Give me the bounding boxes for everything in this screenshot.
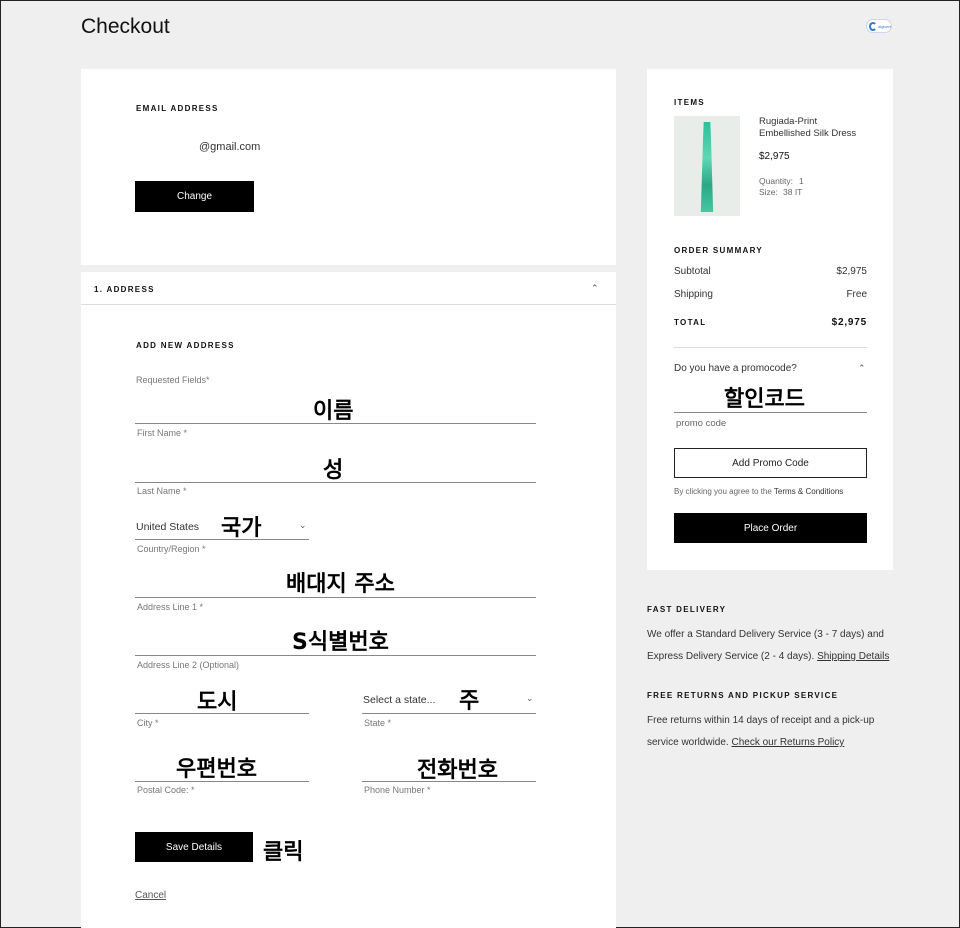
fast-delivery-line1: We offer a Standard Delivery Service (3 … xyxy=(647,629,884,640)
city-input[interactable]: 도시 xyxy=(135,679,309,715)
order-summary-heading: ORDER SUMMARY xyxy=(674,246,764,255)
state-select[interactable]: Select a state... 주 ⌄ xyxy=(362,679,536,714)
subtotal-label: Subtotal xyxy=(674,266,711,277)
postal-code-annotation: 우편번호 xyxy=(176,757,257,782)
product-name[interactable]: Rugiada-Print Embellished Silk Dress xyxy=(759,116,869,140)
total-value: $2,975 xyxy=(831,317,867,328)
email-panel: EMAIL ADDRESS @gmail.com Change xyxy=(81,69,616,265)
chevron-down-icon: ⌄ xyxy=(299,520,307,530)
last-name-label: Last Name * xyxy=(137,486,187,496)
first-name-annotation: 이름 xyxy=(313,399,354,424)
address-line1-annotation: 배대지 주소 xyxy=(286,572,395,597)
last-name-annotation: 성 xyxy=(323,458,344,483)
size-label: Size: xyxy=(759,187,778,197)
items-heading: ITEMS xyxy=(674,98,705,107)
required-fields-note: Requested Fields* xyxy=(136,375,210,385)
total-label: TOTAL xyxy=(674,318,707,327)
email-heading: EMAIL ADDRESS xyxy=(136,104,219,113)
first-name-label: First Name * xyxy=(137,428,188,438)
postal-code-input[interactable]: 우편번호 xyxy=(135,746,309,782)
section-divider xyxy=(81,304,616,305)
change-email-button[interactable]: Change xyxy=(135,181,254,212)
summary-divider xyxy=(674,347,867,348)
save-click-annotation: 클릭 xyxy=(263,840,304,865)
country-select[interactable]: United States 국가 ⌄ xyxy=(135,506,309,541)
terms-prefix: By clicking you agree to the xyxy=(674,487,772,496)
logo-text: digicert xyxy=(878,23,891,29)
fast-delivery-text: Express Delivery Service (2 - 4 days). xyxy=(647,651,815,662)
first-name-input[interactable]: 이름 xyxy=(135,387,536,424)
state-annotation: 주 xyxy=(459,689,480,714)
quantity-value: 1 xyxy=(799,176,804,186)
promo-question[interactable]: Do you have a promocode? xyxy=(674,363,797,374)
address-line2-annotation: S식별번호 xyxy=(292,630,389,655)
shipping-value: Free xyxy=(846,289,867,300)
product-price: $2,975 xyxy=(759,151,790,162)
page-title: Checkout xyxy=(81,15,170,38)
address-panel: 1. ADDRESS ⌃ ADD NEW ADDRESS Requested F… xyxy=(81,272,616,928)
save-details-button[interactable]: Save Details xyxy=(135,832,253,862)
terms-notice: By clicking you agree to the Terms & Con… xyxy=(674,487,843,496)
subtotal-value: $2,975 xyxy=(836,266,867,277)
cancel-link[interactable]: Cancel xyxy=(135,890,166,901)
chevron-up-icon[interactable]: ⌃ xyxy=(858,363,866,374)
size-value: 38 IT xyxy=(783,187,803,197)
place-order-button[interactable]: Place Order xyxy=(674,513,867,543)
returns-policy-link[interactable]: Check our Returns Policy xyxy=(731,737,844,748)
promo-placeholder: promo code xyxy=(676,418,727,429)
shipping-label: Shipping xyxy=(674,289,713,300)
returns-line2: service worldwide. Check our Returns Pol… xyxy=(647,737,844,748)
fast-delivery-line2: Express Delivery Service (2 - 4 days). S… xyxy=(647,651,889,662)
shipping-details-link[interactable]: Shipping Details xyxy=(817,651,889,662)
product-image[interactable] xyxy=(674,116,740,216)
city-label: City * xyxy=(137,718,159,728)
returns-text: service worldwide. xyxy=(647,737,729,748)
phone-number-label: Phone Number * xyxy=(364,785,431,795)
dress-shape xyxy=(700,122,714,212)
fast-delivery-heading: FAST DELIVERY xyxy=(647,605,727,614)
chevron-down-icon: ⌄ xyxy=(526,693,534,703)
address-step-title[interactable]: 1. ADDRESS xyxy=(94,285,155,294)
last-name-input[interactable]: 성 xyxy=(135,446,536,483)
country-label: Country/Region * xyxy=(137,544,206,554)
returns-line1: Free returns within 14 days of receipt a… xyxy=(647,715,875,726)
terms-link[interactable]: Terms & Conditions xyxy=(774,487,843,496)
seal-ring-icon xyxy=(869,21,878,31)
promo-annotation: 할인코드 xyxy=(724,387,805,412)
address-line2-input[interactable]: S식별번호 xyxy=(135,619,536,656)
phone-number-input[interactable]: 전화번호 xyxy=(362,746,536,783)
phone-number-annotation: 전화번호 xyxy=(417,758,498,783)
add-new-address-heading: ADD NEW ADDRESS xyxy=(136,341,235,350)
city-annotation: 도시 xyxy=(197,690,238,715)
address-line1-label: Address Line 1 * xyxy=(137,602,204,612)
email-value: @gmail.com xyxy=(199,141,261,153)
country-annotation: 국가 xyxy=(221,516,262,541)
promo-code-input[interactable]: 할인코드 xyxy=(674,379,867,413)
quantity-label: Quantity: xyxy=(759,176,794,186)
postal-code-label: Postal Code: * xyxy=(137,785,195,795)
digicert-logo-icon: digicert xyxy=(866,19,892,33)
country-value: United States xyxy=(136,521,200,533)
chevron-up-icon[interactable]: ⌃ xyxy=(591,283,599,294)
state-label: State * xyxy=(364,718,392,728)
address-line2-label: Address Line 2 (Optional) xyxy=(137,660,240,670)
returns-heading: FREE RETURNS AND PICKUP SERVICE xyxy=(647,691,839,700)
add-promo-code-button[interactable]: Add Promo Code xyxy=(674,448,867,478)
state-placeholder: Select a state... xyxy=(363,694,436,706)
address-line1-input[interactable]: 배대지 주소 xyxy=(135,561,536,598)
